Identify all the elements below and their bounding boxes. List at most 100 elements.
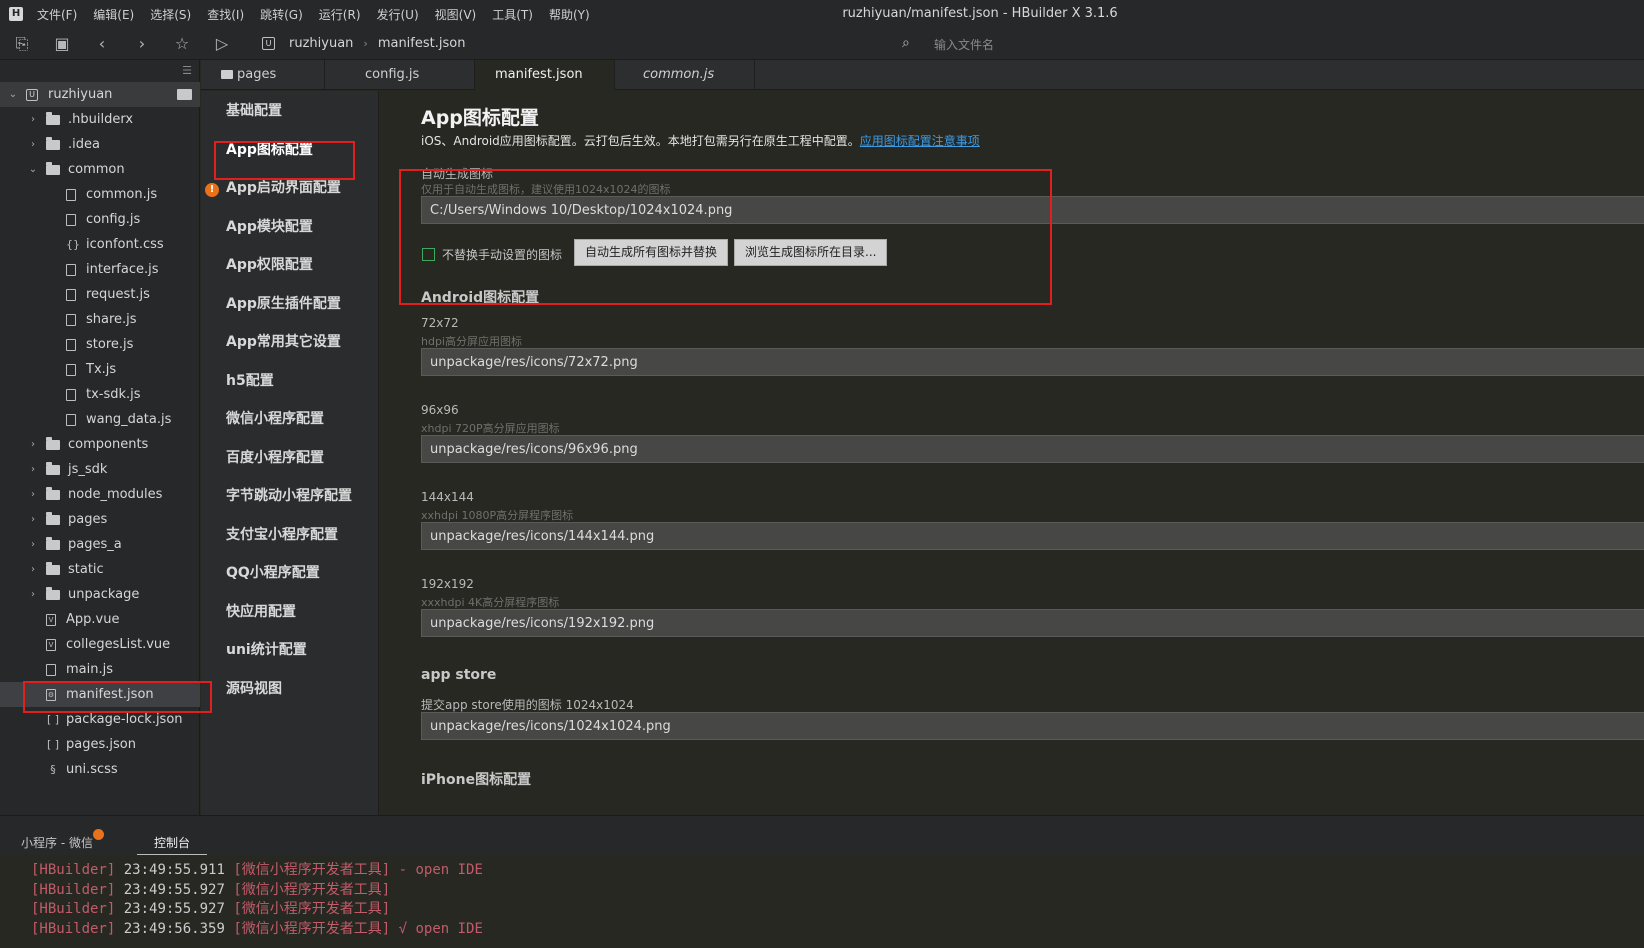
tree-item[interactable]: Tx.js bbox=[0, 357, 200, 382]
new-file-icon[interactable]: ⎘ bbox=[12, 34, 32, 54]
chevron-right-icon: › bbox=[31, 514, 35, 525]
tree-item[interactable]: main.js bbox=[0, 657, 200, 682]
collapse-all-icon[interactable]: ☰ bbox=[182, 64, 192, 77]
menu-edit[interactable]: 编辑(E) bbox=[93, 6, 134, 23]
browse-icons-folder-button[interactable]: 浏览生成图标所在目录... bbox=[734, 239, 888, 266]
tree-item[interactable]: › node_modules bbox=[0, 482, 200, 507]
breadcrumb-file[interactable]: manifest.json bbox=[378, 36, 466, 51]
tree-item[interactable]: request.js bbox=[0, 282, 200, 307]
console-time: 23:49:55.927 bbox=[123, 881, 225, 898]
appstore-icon-input[interactable] bbox=[421, 712, 1644, 740]
vue-file-icon: V bbox=[46, 613, 56, 626]
file-icon bbox=[66, 338, 76, 351]
file-search-icon: ⌕ bbox=[902, 35, 910, 51]
manifest-nav-item[interactable]: 微信小程序配置 bbox=[226, 408, 324, 428]
file-icon bbox=[66, 363, 76, 376]
manifest-nav-item[interactable]: 支付宝小程序配置 bbox=[226, 524, 338, 544]
tree-item[interactable]: common.js bbox=[0, 182, 200, 207]
bookmark-star-icon[interactable]: ☆ bbox=[172, 34, 192, 54]
android-144-hint: xxhdpi 1080P高分屏程序图标 bbox=[421, 509, 574, 522]
back-icon[interactable]: ‹ bbox=[92, 34, 112, 54]
tree-item[interactable]: › unpackage bbox=[0, 582, 200, 607]
tree-item[interactable]: › js_sdk bbox=[0, 457, 200, 482]
forward-icon[interactable]: › bbox=[132, 34, 152, 54]
no-replace-checkbox-label[interactable]: 不替换手动设置的图标 bbox=[442, 246, 562, 263]
iphone-icons-title: iPhone图标配置 bbox=[421, 772, 532, 788]
menu-goto[interactable]: 跳转(G) bbox=[260, 6, 303, 23]
manifest-nav-item[interactable]: h5配置 bbox=[226, 370, 274, 390]
tree-item[interactable]: wang_data.js bbox=[0, 407, 200, 432]
folder-icon bbox=[46, 486, 60, 500]
file-search-input[interactable] bbox=[934, 34, 1534, 56]
tab-pages[interactable]: pages bbox=[201, 60, 325, 90]
tree-label: pages.json bbox=[66, 737, 136, 752]
manifest-nav-item[interactable]: App模块配置 bbox=[226, 216, 313, 236]
tree-item[interactable]: › pages bbox=[0, 507, 200, 532]
tab-miniprogram-wechat[interactable]: 小程序 - 微信 bbox=[21, 834, 93, 851]
tree-item[interactable]: › .hbuilderx bbox=[0, 107, 200, 132]
menu-select[interactable]: 选择(S) bbox=[150, 6, 191, 23]
tree-item[interactable]: ⚙ manifest.json bbox=[0, 682, 200, 707]
manifest-nav-item[interactable]: App常用其它设置 bbox=[226, 331, 341, 351]
tree-item[interactable]: [ ] package-lock.json bbox=[0, 707, 200, 732]
tree-item[interactable]: [ ] pages.json bbox=[0, 732, 200, 757]
manifest-nav: ! 基础配置 App图标配置 App启动界面配置 App模块配置 App权限配置 App原… bbox=[201, 91, 379, 815]
no-replace-checkbox[interactable] bbox=[422, 248, 435, 261]
tab-manifest-json[interactable]: manifest.json bbox=[475, 60, 615, 90]
generate-icons-button[interactable]: 自动生成所有图标并替换 bbox=[574, 239, 729, 266]
manifest-nav-item[interactable]: App启动界面配置 bbox=[226, 177, 341, 197]
tab-console[interactable]: 控制台 bbox=[137, 834, 208, 855]
manifest-nav-item[interactable]: App图标配置 bbox=[226, 139, 313, 159]
manifest-nav-item[interactable]: 百度小程序配置 bbox=[226, 447, 324, 467]
manifest-nav-item[interactable]: 快应用配置 bbox=[226, 601, 296, 621]
manifest-nav-item[interactable]: App权限配置 bbox=[226, 254, 313, 274]
tab-config-js[interactable]: config.js bbox=[325, 60, 475, 90]
tree-label: wang_data.js bbox=[86, 412, 172, 427]
manifest-nav-item[interactable]: QQ小程序配置 bbox=[226, 562, 320, 582]
tree-item[interactable]: › static bbox=[0, 557, 200, 582]
breadcrumb-project[interactable]: ruzhiyuan bbox=[289, 36, 353, 51]
menu-publish[interactable]: 发行(U) bbox=[377, 6, 419, 23]
menu-tools[interactable]: 工具(T) bbox=[492, 6, 533, 23]
android-96-input[interactable] bbox=[421, 435, 1644, 463]
tree-item[interactable]: V App.vue bbox=[0, 607, 200, 632]
android-144-input[interactable] bbox=[421, 522, 1644, 550]
android-192-input[interactable] bbox=[421, 609, 1644, 637]
tree-item[interactable]: share.js bbox=[0, 307, 200, 332]
tree-item[interactable]: VcollegesList.vue bbox=[0, 632, 200, 657]
open-folder-icon[interactable] bbox=[177, 89, 192, 100]
icon-config-notes-link[interactable]: 应用图标配置注意事项 bbox=[860, 134, 980, 148]
folder-icon bbox=[46, 586, 60, 600]
manifest-nav-item[interactable]: App原生插件配置 bbox=[226, 293, 341, 313]
console-line: [HBuilder] 23:49:56.359 [微信小程序开发者工具] √ o… bbox=[31, 918, 483, 938]
tree-item[interactable]: › components bbox=[0, 432, 200, 457]
folder-icon bbox=[46, 536, 60, 550]
tab-common-js[interactable]: common.js bbox=[615, 60, 755, 90]
menu-find[interactable]: 查找(I) bbox=[207, 6, 244, 23]
menu-run[interactable]: 运行(R) bbox=[319, 6, 361, 23]
save-icon[interactable]: ▣ bbox=[52, 34, 72, 54]
tree-item[interactable]: interface.js bbox=[0, 257, 200, 282]
menu-view[interactable]: 视图(V) bbox=[435, 6, 477, 23]
tree-label: node_modules bbox=[68, 487, 163, 502]
android-72-input[interactable] bbox=[421, 348, 1644, 376]
run-icon[interactable]: ▷ bbox=[212, 34, 232, 54]
tree-item[interactable]: › .idea bbox=[0, 132, 200, 157]
menu-file[interactable]: 文件(F) bbox=[37, 6, 77, 23]
tree-item[interactable]: {} iconfont.css bbox=[0, 232, 200, 257]
manifest-nav-item[interactable]: 基础配置 bbox=[226, 100, 282, 120]
auto-icon-path-input[interactable] bbox=[421, 196, 1644, 224]
tree-label: store.js bbox=[86, 337, 134, 352]
tree-item[interactable]: store.js bbox=[0, 332, 200, 357]
manifest-nav-item[interactable]: 源码视图 bbox=[226, 678, 282, 698]
console-tabbar: 小程序 - 微信 控制台 bbox=[0, 815, 1644, 855]
tree-item[interactable]: § uni.scss bbox=[0, 757, 200, 782]
tree-project-root[interactable]: ⌄ U ruzhiyuan bbox=[0, 82, 200, 107]
tree-item[interactable]: tx-sdk.js bbox=[0, 382, 200, 407]
menu-help[interactable]: 帮助(Y) bbox=[549, 6, 590, 23]
manifest-nav-item[interactable]: 字节跳动小程序配置 bbox=[226, 485, 352, 505]
manifest-nav-item[interactable]: uni统计配置 bbox=[226, 639, 307, 659]
tree-item[interactable]: › pages_a bbox=[0, 532, 200, 557]
tree-item[interactable]: config.js bbox=[0, 207, 200, 232]
tree-item[interactable]: ⌄ common bbox=[0, 157, 200, 182]
